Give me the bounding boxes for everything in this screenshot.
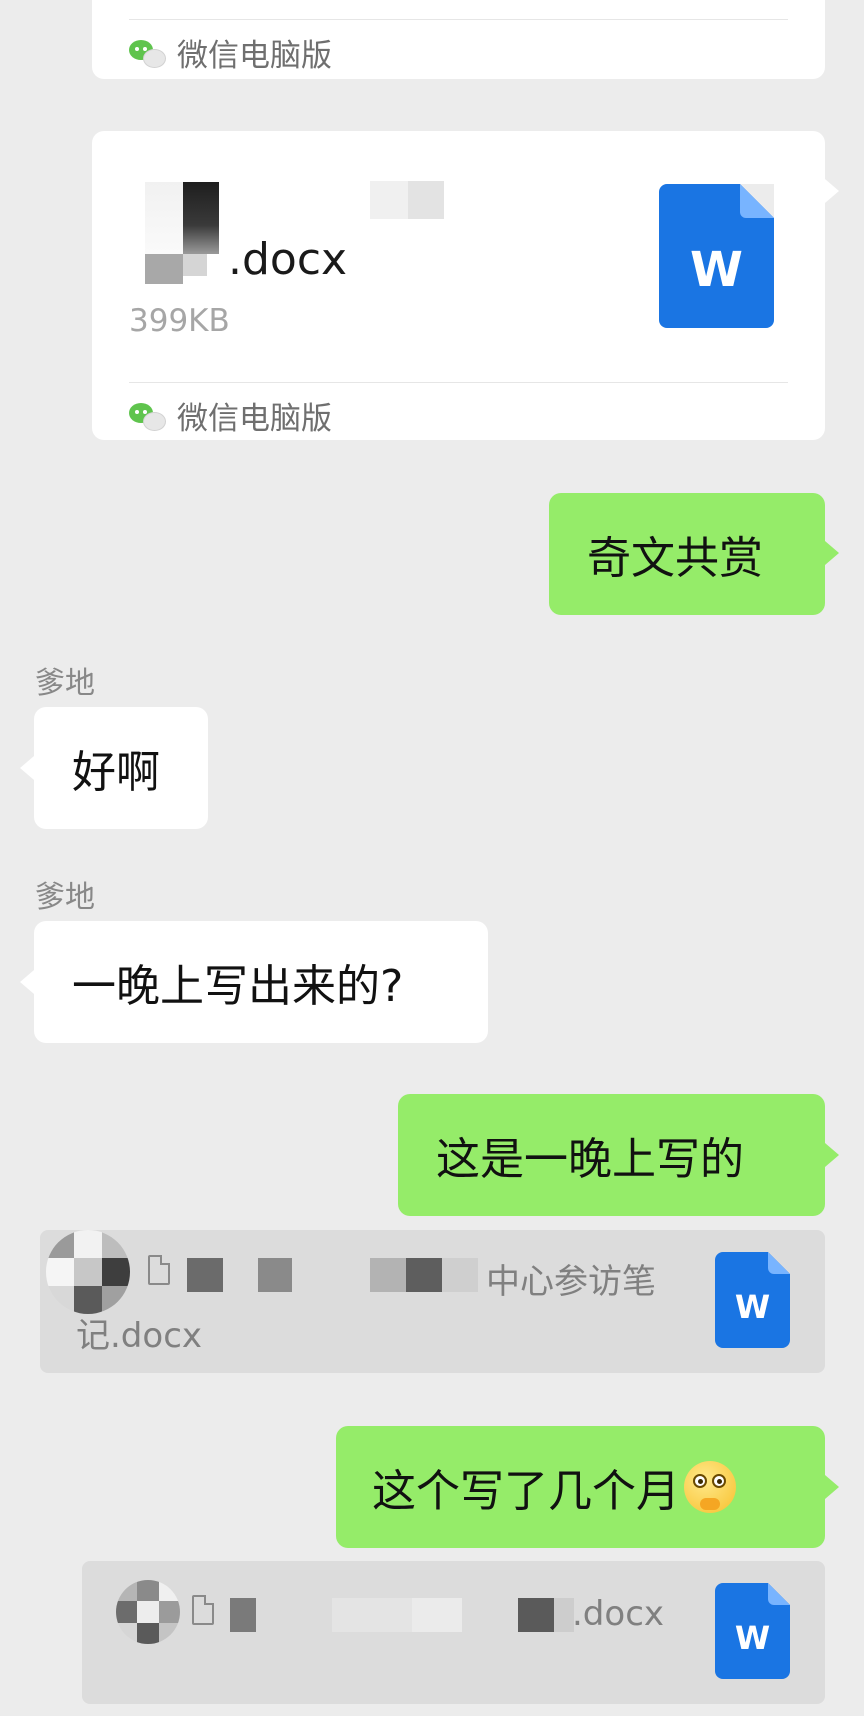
document-icon [148, 1255, 176, 1285]
file-card-top[interactable]: 微信电脑版 [92, 0, 825, 79]
quoted-message[interactable]: .docx W [82, 1561, 825, 1704]
word-file-icon: W [715, 1583, 790, 1679]
file-card[interactable]: .docx 399KB W 微信电脑版 [92, 131, 825, 440]
quoted-filename: .docx [572, 1594, 665, 1634]
redacted-filename [408, 181, 444, 219]
quoted-message[interactable]: 中心参访笔 记.docx W [40, 1230, 825, 1373]
word-file-icon: W [715, 1252, 790, 1348]
redacted-filename [332, 1598, 412, 1632]
message-bubble-incoming[interactable]: 好啊 [34, 707, 208, 829]
message-text: 奇文共赏 [587, 533, 763, 584]
bubble-tail [825, 179, 839, 203]
bubble-tail [825, 541, 839, 565]
redacted-filename [370, 1258, 406, 1292]
redacted-filename [258, 1258, 292, 1292]
message-bubble-outgoing[interactable]: 这个写了几个月 [336, 1426, 825, 1548]
message-text: 这是一晚上写的 [436, 1134, 744, 1185]
redacted-filename [406, 1258, 442, 1292]
redacted-filename [183, 182, 219, 254]
source-row: 微信电脑版 [129, 393, 332, 438]
sender-name: 爹地 [35, 880, 95, 915]
wechat-logo-icon [129, 38, 167, 68]
redacted-filename [145, 254, 183, 284]
wechat-logo-icon [129, 401, 167, 431]
sender-name: 爹地 [35, 666, 95, 701]
message-bubble-outgoing[interactable]: 这是一晚上写的 [398, 1094, 825, 1216]
message-text: 一晚上写出来的? [72, 961, 404, 1012]
source-label: 微信电脑版 [177, 401, 332, 437]
source-label: 微信电脑版 [177, 38, 332, 74]
message-text: 好啊 [72, 747, 160, 798]
card-divider [129, 382, 788, 383]
redacted-filename [412, 1598, 462, 1632]
redacted-filename [518, 1598, 554, 1632]
avatar [46, 1230, 130, 1314]
redacted-filename [230, 1598, 256, 1632]
thinking-emoji-icon [684, 1461, 736, 1513]
card-divider [129, 19, 788, 20]
message-text: 这个写了几个月 [372, 1466, 680, 1517]
word-file-icon: W [659, 184, 774, 328]
avatar [116, 1580, 180, 1644]
message-bubble-outgoing[interactable]: 奇文共赏 [549, 493, 825, 615]
file-size: 399KB [129, 303, 230, 339]
source-row: 微信电脑版 [129, 30, 332, 75]
redacted-filename [370, 181, 408, 219]
bubble-tail [20, 756, 34, 780]
redacted-filename [183, 254, 207, 276]
message-bubble-incoming[interactable]: 一晚上写出来的? [34, 921, 488, 1043]
redacted-filename [442, 1258, 478, 1292]
redacted-filename [145, 182, 183, 254]
bubble-tail [825, 1475, 839, 1499]
file-name: .docx [228, 234, 348, 285]
quoted-filename-line1: 中心参访笔 [486, 1262, 656, 1302]
document-icon [192, 1595, 220, 1625]
bubble-tail [825, 1143, 839, 1167]
bubble-tail [20, 970, 34, 994]
quoted-filename-line2: 记.docx [76, 1316, 203, 1356]
redacted-filename [554, 1598, 574, 1632]
redacted-filename [187, 1258, 223, 1292]
